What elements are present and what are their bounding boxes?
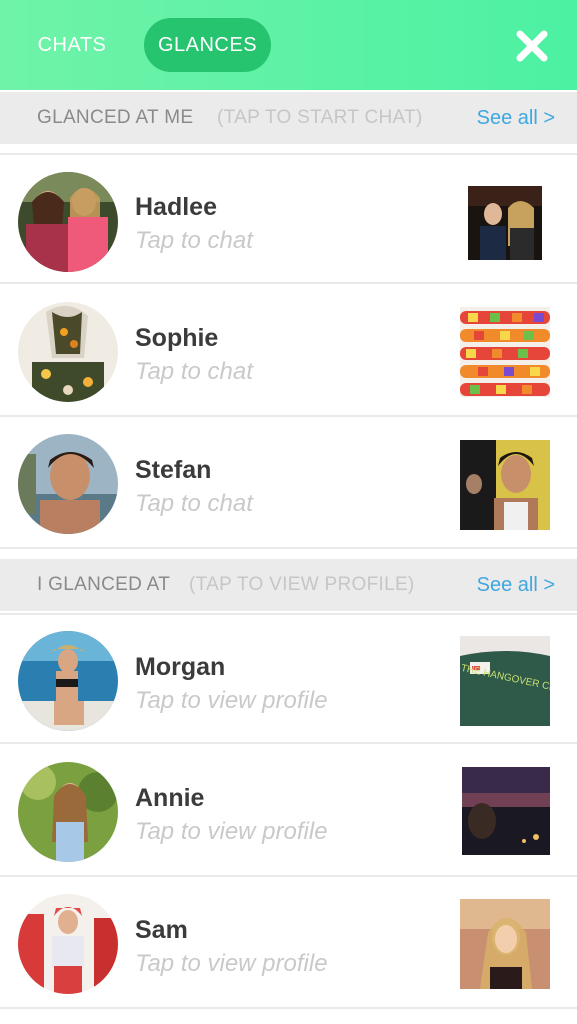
avatar <box>18 631 118 731</box>
see-all-link[interactable]: See all > <box>477 559 555 611</box>
glance-photo[interactable]: THE HANGOVER CLUB <box>460 636 550 726</box>
contact-subtitle: Tap to view profile <box>135 950 328 977</box>
list-item[interactable]: Sam Tap to view profile <box>0 878 577 1009</box>
contact-name: Annie <box>135 784 205 812</box>
section-title: I GLANCED AT <box>37 574 171 595</box>
contact-subtitle: Tap to chat <box>135 358 253 385</box>
close-icon[interactable] <box>514 28 550 64</box>
contact-name: Hadlee <box>135 193 217 221</box>
glance-photo[interactable] <box>460 899 550 989</box>
list-item[interactable]: Morgan Tap to view profile THE HANGOVER … <box>0 613 577 744</box>
tab-chats[interactable]: CHATS <box>22 18 122 72</box>
section-header-glanced-at-me: GLANCED AT ME (TAP TO START CHAT) See al… <box>0 92 577 144</box>
glance-photo[interactable] <box>468 186 542 260</box>
glance-photo[interactable] <box>460 440 550 530</box>
avatar <box>18 894 118 994</box>
tab-glances[interactable]: GLANCES <box>144 18 271 72</box>
see-all-link[interactable]: See all > <box>477 92 555 144</box>
avatar <box>18 762 118 862</box>
section-title: GLANCED AT ME <box>37 107 194 128</box>
contact-subtitle: Tap to view profile <box>135 687 328 714</box>
contact-subtitle: Tap to chat <box>135 490 253 517</box>
glance-photo[interactable] <box>462 767 550 855</box>
glance-photo[interactable] <box>460 307 550 397</box>
contact-subtitle: Tap to chat <box>135 227 253 254</box>
section-hint: (TAP TO VIEW PROFILE) <box>189 574 415 595</box>
contact-subtitle: Tap to view profile <box>135 818 328 845</box>
contact-name: Sam <box>135 916 188 944</box>
section-header-i-glanced-at: I GLANCED AT (TAP TO VIEW PROFILE) See a… <box>0 559 577 611</box>
contact-name: Stefan <box>135 456 212 484</box>
list-item[interactable]: Sophie Tap to chat <box>0 286 577 417</box>
section-hint: (TAP TO START CHAT) <box>217 107 423 128</box>
avatar <box>18 302 118 402</box>
top-bar: CHATS GLANCES <box>0 0 577 90</box>
contact-name: Sophie <box>135 324 219 352</box>
avatar <box>18 434 118 534</box>
list-item[interactable]: Annie Tap to view profile <box>0 746 577 877</box>
contact-name: Morgan <box>135 653 226 681</box>
list-item[interactable]: Hadlee Tap to chat <box>0 153 577 284</box>
list-item[interactable]: Stefan Tap to chat <box>0 418 577 549</box>
avatar <box>18 172 118 272</box>
